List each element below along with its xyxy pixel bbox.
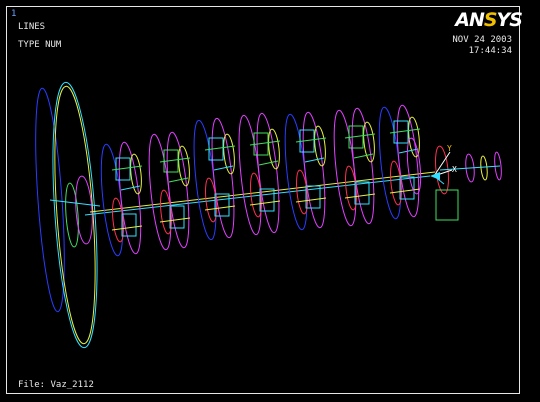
- model-ellipse-74: [480, 155, 488, 181]
- model-ellipse-2: [54, 85, 96, 345]
- model-ellipse-18: [166, 131, 190, 249]
- triad-origin-marker: [430, 172, 440, 180]
- model-box-67: [399, 176, 415, 200]
- model-ellipse-3: [65, 182, 79, 248]
- model-box-58: [354, 181, 370, 205]
- model-ellipse-54: [351, 107, 375, 225]
- triad-x-label: X: [452, 165, 457, 174]
- model-ellipse-53: [333, 109, 357, 227]
- model-line-33: [204, 205, 236, 211]
- model-ellipse-17: [148, 133, 172, 251]
- model-box-13: [121, 213, 137, 237]
- model-ellipse-27: [211, 117, 235, 239]
- triad-y-label: Y: [447, 144, 452, 153]
- model-line-70: [398, 148, 419, 154]
- model-box-22: [169, 205, 185, 229]
- model-line-52: [304, 157, 325, 163]
- model-line-34: [213, 165, 234, 171]
- model-line-42: [249, 200, 281, 206]
- model-ellipse-4: [75, 175, 93, 245]
- model-ellipse-36: [256, 112, 280, 234]
- crankshaft-line-model: X Y: [35, 81, 502, 349]
- model-line-51: [295, 197, 327, 203]
- graphics-viewport[interactable]: 1 LINES TYPE NUM NOV 24 2003 17:44:34 Fi…: [0, 0, 540, 402]
- model-box-77: [435, 189, 459, 221]
- model-line-69: [389, 188, 421, 194]
- model-ellipse-45: [302, 111, 326, 229]
- model-line-15: [111, 225, 143, 231]
- model-line-25: [168, 177, 189, 183]
- model-line-61: [353, 153, 374, 159]
- model-line-60: [344, 193, 376, 199]
- model-ellipse-44: [284, 113, 308, 231]
- model-line-24: [159, 217, 191, 223]
- model-line-43: [258, 160, 279, 166]
- model-line-76: [439, 165, 501, 171]
- model-line-16: [120, 185, 141, 191]
